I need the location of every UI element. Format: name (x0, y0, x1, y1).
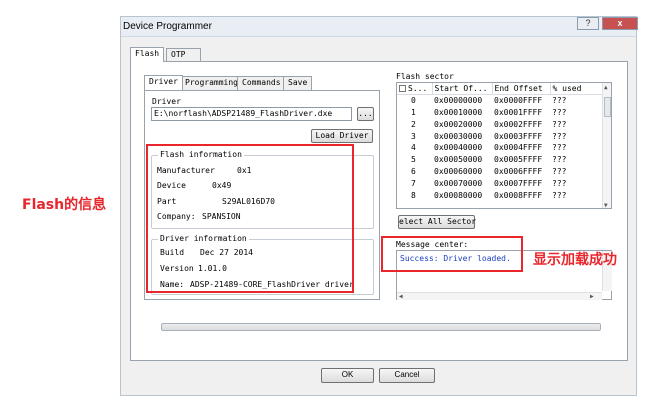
sector-end-offset: 0x0005FFFF (494, 155, 543, 165)
load-success-annotation: 显示加载成功 (533, 252, 617, 268)
sector-used: ??? (552, 166, 567, 176)
sector-used: ??? (552, 119, 567, 129)
message-highlight-box (381, 236, 523, 272)
tab-programming[interactable]: Programming (180, 76, 243, 90)
help-button[interactable]: ? (577, 17, 599, 30)
sector-row[interactable]: 7 0x00070000 0x0007FFFF??? (397, 177, 602, 189)
sector-table: S... Start Of... End Offset % used 0 0x00… (397, 83, 603, 201)
sector-index: 0 (411, 96, 416, 106)
cancel-button[interactable]: Cancel (379, 368, 435, 383)
sector-start-offset: 0x00010000 (434, 107, 483, 117)
sector-end-offset: 0x0001FFFF (494, 107, 543, 117)
sector-end-offset: 0x0007FFFF (494, 178, 543, 188)
sector-row[interactable]: 0 0x00000000 0x0000FFFF??? (397, 95, 602, 107)
progress-bar (161, 323, 601, 331)
sector-start-offset: 0x00050000 (434, 155, 483, 165)
scroll-up-icon[interactable]: ▲ (604, 84, 608, 91)
flash-info-annotation: Flash的信息 (22, 197, 107, 213)
scroll-thumb[interactable] (604, 97, 611, 117)
sector-vscrollbar[interactable]: ▲ ▼ (602, 83, 611, 208)
sector-used: ??? (552, 96, 567, 106)
sector-index: 5 (411, 155, 416, 165)
sector-end-offset: 0x0003FFFF (494, 131, 543, 141)
sector-end-offset: 0x0002FFFF (494, 119, 543, 129)
sector-start-offset: 0x00070000 (434, 178, 483, 188)
col-s-label: S... (408, 84, 428, 94)
sector-start-offset: 0x00040000 (434, 143, 483, 153)
sector-row[interactable]: 1 0x00010000 0x0001FFFF??? (397, 107, 602, 119)
start-offset-col-header[interactable]: Start Of... (432, 83, 493, 96)
flash-sector-title: Flash sector (396, 72, 454, 81)
tab-driver[interactable]: Driver (144, 75, 183, 90)
load-driver-button[interactable]: Load Driver (311, 129, 373, 143)
scroll-right-icon[interactable]: ▶ (590, 293, 594, 300)
ok-button[interactable]: OK (321, 368, 374, 383)
sector-row[interactable]: 5 0x00050000 0x0005FFFF??? (397, 154, 602, 166)
flash-sector-list: S... Start Of... End Offset % used 0 0x00… (396, 82, 612, 209)
message-hscrollbar[interactable]: ◀ ▶ (397, 292, 602, 300)
sector-start-offset: 0x00060000 (434, 166, 483, 176)
sector-row[interactable]: 6 0x00060000 0x0006FFFF??? (397, 166, 602, 178)
sector-used: ??? (552, 178, 567, 188)
title-bar: Device Programmer ? x (121, 17, 638, 37)
used-col-header[interactable]: % used (550, 83, 603, 96)
driver-label: Driver (152, 97, 181, 106)
browse-button[interactable]: ... (357, 107, 374, 121)
sector-used: ??? (552, 143, 567, 153)
sector-index: 7 (411, 178, 416, 188)
sector-row[interactable]: 2 0x00020000 0x0002FFFF??? (397, 118, 602, 130)
sector-row[interactable]: 4 0x00040000 0x0004FFFF??? (397, 142, 602, 154)
driver-path-field[interactable]: E:\norflash\ADSP21489_FlashDriver.dxe (151, 107, 352, 121)
select-all-sector-button[interactable]: elect All Sector (398, 215, 476, 229)
sector-used: ??? (552, 131, 567, 141)
tab-save[interactable]: Save (283, 76, 313, 90)
sector-index: 3 (411, 131, 416, 141)
sector-used: ??? (552, 107, 567, 117)
sector-row[interactable]: 3 0x00030000 0x0003FFFF??? (397, 130, 602, 142)
close-button[interactable]: x (602, 17, 638, 30)
sector-end-offset: 0x0006FFFF (494, 166, 543, 176)
sector-end-offset: 0x0004FFFF (494, 143, 543, 153)
scroll-left-icon[interactable]: ◀ (399, 293, 403, 300)
scroll-down-icon[interactable]: ▼ (604, 202, 608, 208)
sector-index: 6 (411, 166, 416, 176)
sector-end-offset: 0x0008FFFF (494, 190, 543, 200)
sector-header-row: S... Start Of... End Offset % used (397, 83, 603, 96)
sector-index: 2 (411, 119, 416, 129)
sector-start-offset: 0x00020000 (434, 119, 483, 129)
end-offset-col-header[interactable]: End Offset (492, 83, 551, 96)
sector-row[interactable]: 8 0x00080000 0x0008FFFF??? (397, 189, 602, 201)
sector-end-offset: 0x0000FFFF (494, 96, 543, 106)
sector-start-offset: 0x00080000 (434, 190, 483, 200)
sector-col-header[interactable]: S... (397, 83, 433, 96)
tab-otp[interactable]: OTP (166, 48, 201, 62)
flash-info-highlight-box (146, 144, 354, 293)
sector-index: 8 (411, 190, 416, 200)
sector-start-offset: 0x00030000 (434, 131, 483, 141)
tab-flash[interactable]: Flash (130, 47, 165, 62)
sector-index: 4 (411, 143, 416, 153)
window-title: Device Programmer (123, 21, 212, 32)
sector-used: ??? (552, 155, 567, 165)
sector-start-offset: 0x00000000 (434, 96, 483, 106)
tab-commands[interactable]: Commands (237, 76, 286, 90)
sector-used: ??? (552, 190, 567, 200)
sector-index: 1 (411, 107, 416, 117)
select-all-checkbox[interactable] (399, 85, 406, 93)
